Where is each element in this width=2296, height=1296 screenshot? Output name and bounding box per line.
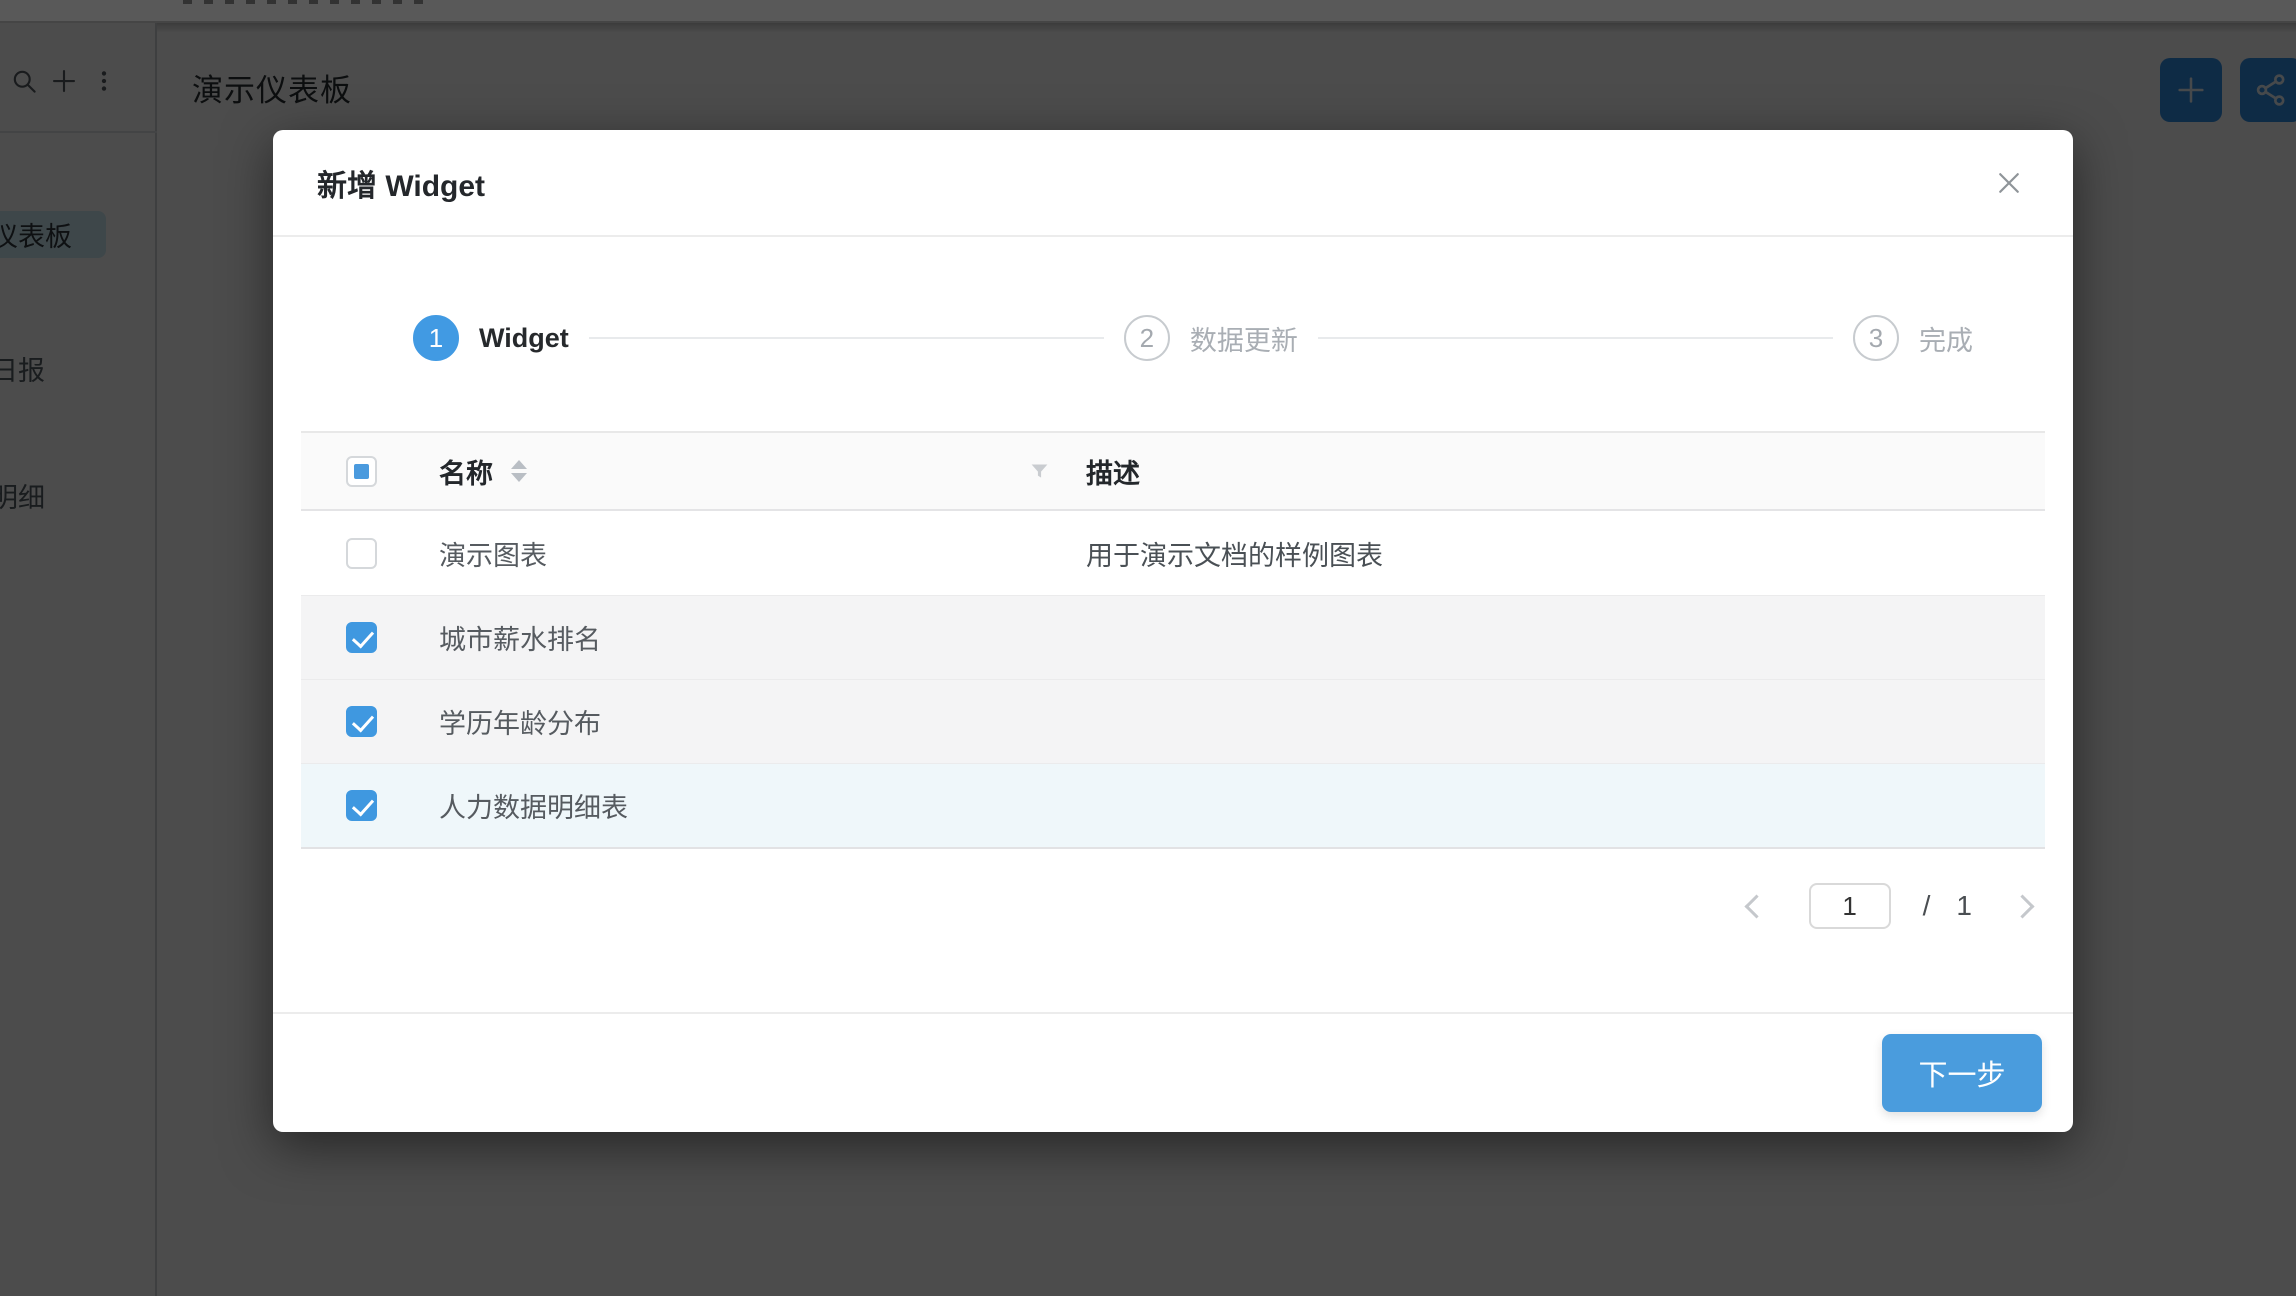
modal-header: 新增 Widget [273, 130, 2073, 237]
column-header-description[interactable]: 描述 [1086, 452, 2045, 491]
header-name-cell: 名称 [411, 452, 1086, 491]
widget-table: 名称 描述 演示图表 用于演示 [301, 431, 2045, 849]
step-number: 3 [1853, 315, 1899, 361]
add-widget-modal: 新增 Widget 1 Widget 2 数据更新 [273, 130, 2073, 1132]
row-checkbox[interactable] [346, 706, 377, 737]
step-connector [1318, 337, 1833, 339]
table-row[interactable]: 人力数据明细表 [301, 763, 2045, 847]
row-checkbox[interactable] [346, 538, 377, 569]
step-number: 1 [413, 315, 459, 361]
page-separator: / [1923, 890, 1931, 922]
modal-title: 新增 Widget [317, 161, 485, 205]
modal-body: 1 Widget 2 数据更新 3 完成 [273, 315, 2073, 929]
table-row[interactable]: 学历年龄分布 [301, 679, 2045, 763]
step-label: Widget [479, 323, 569, 354]
window-top-strip [0, 0, 2296, 23]
row-checkbox[interactable] [346, 622, 377, 653]
steps-wizard: 1 Widget 2 数据更新 3 完成 [413, 315, 1973, 361]
filter-icon[interactable] [1029, 461, 1050, 482]
previous-page-icon[interactable] [1744, 894, 1768, 918]
step-label: 数据更新 [1190, 319, 1298, 358]
step-data-update: 2 数据更新 [1124, 315, 1298, 361]
row-name: 人力数据明细表 [411, 786, 1086, 825]
step-finish: 3 完成 [1853, 315, 1973, 361]
table-header-row: 名称 描述 [301, 431, 2045, 511]
sort-icon[interactable] [511, 460, 527, 482]
table-row[interactable]: 城市薪水排名 [301, 595, 2045, 679]
total-pages: 1 [1956, 890, 1972, 922]
table-row[interactable]: 演示图表 用于演示文档的样例图表 [301, 511, 2045, 595]
next-step-button[interactable]: 下一步 [1882, 1034, 2042, 1112]
row-name: 学历年龄分布 [411, 702, 1086, 741]
screen: 仪表板 日报 明细 演示仪表板 [0, 0, 2296, 1296]
step-widget: 1 Widget [413, 315, 569, 361]
close-icon[interactable] [1989, 163, 2029, 203]
step-label: 完成 [1919, 319, 1973, 358]
row-description: 用于演示文档的样例图表 [1086, 534, 2045, 573]
column-header-name[interactable]: 名称 [439, 452, 493, 491]
header-checkbox-cell [301, 456, 411, 487]
next-page-icon[interactable] [2010, 894, 2034, 918]
current-page-input[interactable] [1809, 883, 1891, 929]
row-checkbox[interactable] [346, 790, 377, 821]
step-number: 2 [1124, 315, 1170, 361]
pagination: / 1 [301, 883, 2045, 929]
modal-footer: 下一步 [273, 1012, 2073, 1132]
row-name: 城市薪水排名 [411, 618, 1086, 657]
step-connector [589, 337, 1104, 339]
clipped-text-remnant [183, 0, 433, 4]
select-all-checkbox[interactable] [346, 456, 377, 487]
row-name: 演示图表 [411, 534, 1086, 573]
